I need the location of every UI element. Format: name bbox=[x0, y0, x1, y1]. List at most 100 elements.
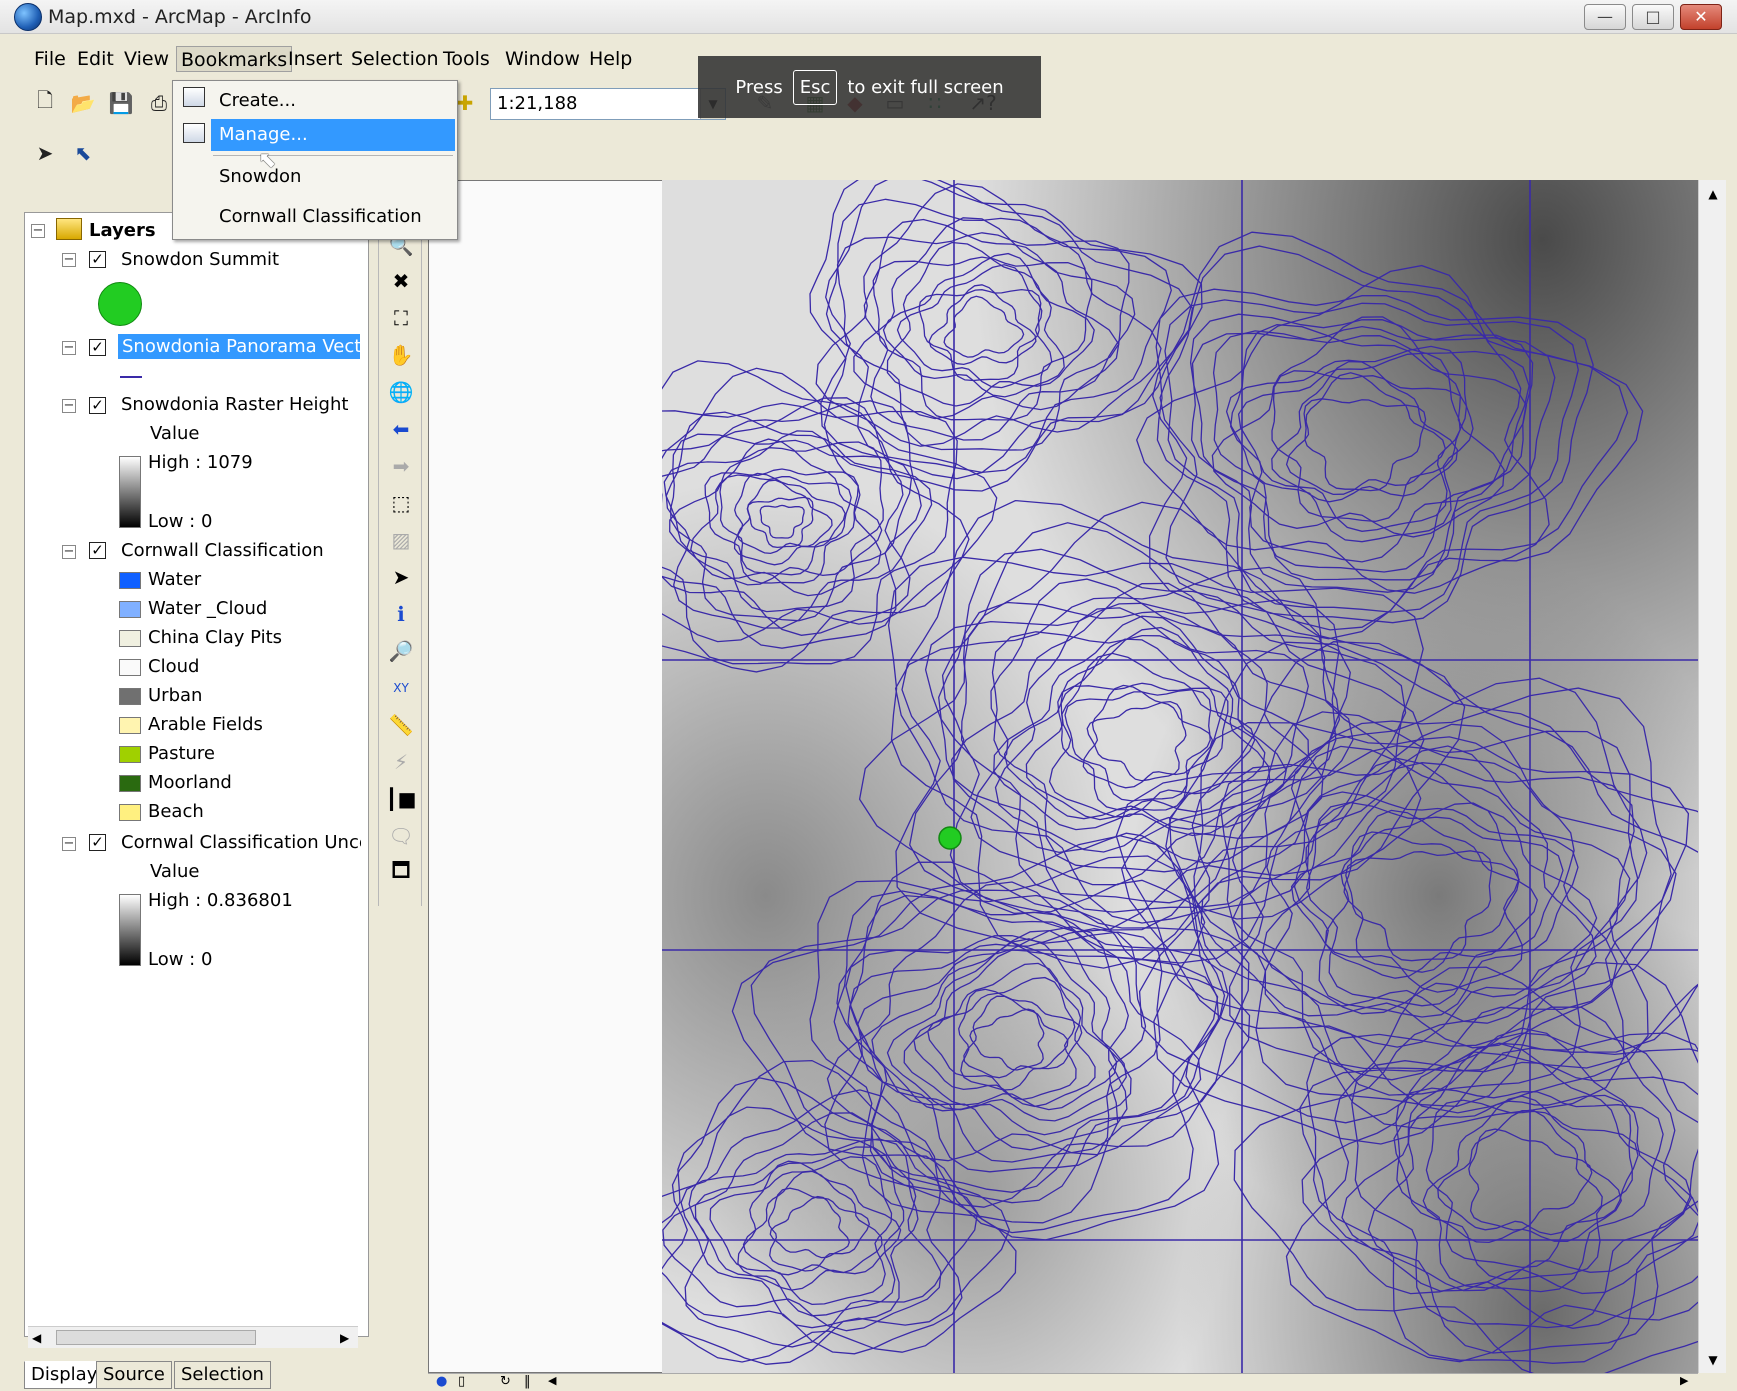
legend-low-label: Low : 0 bbox=[148, 511, 213, 532]
find-icon[interactable]: 🔎 bbox=[386, 636, 416, 666]
menu-item-manage[interactable]: Manage... bbox=[211, 119, 455, 151]
scroll-up-icon[interactable]: ▲ bbox=[1703, 184, 1723, 204]
layers-root-label[interactable]: Layers bbox=[89, 220, 156, 241]
mouse-cursor-icon: ⬉ bbox=[258, 148, 277, 173]
new-icon[interactable]: 🗋 bbox=[30, 88, 60, 118]
point-symbol bbox=[98, 282, 142, 326]
scroll-down-icon[interactable]: ▼ bbox=[1703, 1350, 1723, 1370]
layer-visibility-checkbox[interactable]: ✓ bbox=[89, 251, 106, 268]
legend-swatch bbox=[119, 804, 141, 821]
tab-source[interactable]: Source bbox=[96, 1361, 172, 1389]
select-arrow-icon[interactable]: ➤ bbox=[30, 138, 60, 168]
print-icon[interactable]: ⎙ bbox=[144, 88, 174, 118]
layer-visibility-checkbox[interactable]: ✓ bbox=[89, 542, 106, 559]
scroll-left-icon[interactable]: ◀ bbox=[548, 1374, 556, 1387]
grayscale-ramp bbox=[119, 456, 141, 528]
tab-selection[interactable]: Selection bbox=[174, 1361, 271, 1389]
layer-collapse-icon[interactable]: − bbox=[62, 253, 76, 267]
menu-insert[interactable]: Insert bbox=[284, 46, 347, 72]
scroll-left-icon[interactable]: ◀ bbox=[32, 1331, 41, 1345]
viewer-icon[interactable]: 🗖 bbox=[386, 858, 416, 888]
menu-window[interactable]: Window bbox=[501, 46, 584, 72]
bookmark-item-snowdon[interactable]: Snowdon bbox=[173, 161, 457, 193]
layer-name-cornwall-classification[interactable]: Cornwall Classification bbox=[121, 540, 324, 561]
menu-tools[interactable]: Tools bbox=[439, 46, 494, 72]
close-button[interactable]: ✕ bbox=[1680, 4, 1722, 30]
raster-shade bbox=[662, 180, 1698, 1373]
map-canvas[interactable] bbox=[662, 180, 1698, 1373]
legend-class-label: Pasture bbox=[148, 743, 215, 764]
map-svg bbox=[662, 180, 1698, 1373]
menu-view[interactable]: View bbox=[120, 46, 173, 72]
fixed-zoom-out-icon[interactable]: ⛶ bbox=[386, 303, 416, 333]
layer-visibility-checkbox[interactable]: ✓ bbox=[89, 397, 106, 414]
legend-high-label: High : 0.836801 bbox=[148, 890, 293, 911]
data-view-icon[interactable]: ● bbox=[436, 1374, 447, 1389]
layer-name-snowdon-summit[interactable]: Snowdon Summit bbox=[121, 249, 279, 270]
back-icon[interactable]: ⬅ bbox=[386, 414, 416, 444]
menu-item-create[interactable]: Create... bbox=[173, 85, 457, 117]
menu-edit[interactable]: Edit bbox=[73, 46, 118, 72]
select-features-icon[interactable]: ⬉ bbox=[68, 138, 98, 168]
layers-collapse-icon[interactable]: − bbox=[31, 224, 45, 238]
pan-icon[interactable]: ✋ bbox=[386, 340, 416, 370]
select-elements-icon[interactable]: ⬚ bbox=[386, 488, 416, 518]
toc-horizontal-scrollbar[interactable]: ◀ ▶ bbox=[28, 1326, 358, 1348]
layer-name-classification-uncertainty[interactable]: Cornwal Classification Unce bbox=[121, 832, 361, 853]
bookmark-item-cornwall[interactable]: Cornwall Classification bbox=[173, 201, 457, 233]
scroll-right-icon[interactable]: ▶ bbox=[340, 1331, 349, 1345]
map-scale-input[interactable]: 1:21,188 bbox=[490, 88, 726, 120]
minimize-button[interactable]: — bbox=[1584, 4, 1626, 30]
legend-swatch bbox=[119, 688, 141, 705]
menu-help[interactable]: Help bbox=[585, 46, 636, 72]
legend-class-label: Moorland bbox=[148, 772, 232, 793]
save-icon[interactable]: 💾 bbox=[106, 88, 136, 118]
snowdon-summit-point[interactable] bbox=[938, 826, 962, 850]
menu-bookmarks[interactable]: Bookmarks bbox=[176, 46, 293, 72]
open-icon[interactable]: 📂 bbox=[68, 88, 98, 118]
goto-xy-icon[interactable]: XY bbox=[386, 673, 416, 703]
line-symbol bbox=[120, 376, 142, 378]
menu-selection[interactable]: Selection bbox=[347, 46, 443, 72]
legend-class-label: Urban bbox=[148, 685, 203, 706]
layer-collapse-icon[interactable]: − bbox=[62, 341, 76, 355]
scroll-right-icon[interactable]: ▶ bbox=[1680, 1374, 1688, 1387]
fixed-zoom-in-icon[interactable]: ✖ bbox=[386, 266, 416, 296]
layer-collapse-icon[interactable]: − bbox=[62, 837, 76, 851]
measure-icon[interactable]: 📏 bbox=[386, 710, 416, 740]
legend-swatch bbox=[119, 659, 141, 676]
tab-display[interactable]: Display bbox=[24, 1361, 105, 1389]
layer-collapse-icon[interactable]: − bbox=[62, 545, 76, 559]
pause-drawing-icon[interactable]: ‖ bbox=[524, 1374, 531, 1389]
full-extent-icon[interactable]: 🌐 bbox=[386, 377, 416, 407]
layer-name-raster-height[interactable]: Snowdonia Raster Height bbox=[121, 394, 348, 415]
legend-swatch bbox=[119, 746, 141, 763]
time-slider-icon[interactable]: ┃■ bbox=[386, 784, 417, 814]
layer-name-snowdonia-panorama[interactable]: Snowdonia Panorama Vecto bbox=[118, 334, 360, 359]
html-popup-icon[interactable]: 🗨 bbox=[386, 821, 416, 851]
layer-visibility-checkbox[interactable]: ✓ bbox=[89, 834, 106, 851]
fullscreen-press-text: Press bbox=[735, 76, 783, 98]
select-arrow-icon[interactable]: ➤ bbox=[386, 562, 416, 592]
identify-icon[interactable]: ℹ bbox=[386, 599, 416, 629]
layer-collapse-icon[interactable]: − bbox=[62, 399, 76, 413]
legend-high-label: High : 1079 bbox=[148, 452, 253, 473]
layer-visibility-checkbox[interactable]: ✓ bbox=[89, 339, 106, 356]
legend-swatch bbox=[119, 572, 141, 589]
menu-file[interactable]: File bbox=[30, 46, 70, 72]
map-vertical-scrollbar[interactable]: ▲ ▼ bbox=[1698, 180, 1726, 1373]
legend-class-label: Water bbox=[148, 569, 202, 590]
tools-toolbar: 🔍 ✖ ⛶ ✋ 🌐 ⬅ ➡ ⬚ ▨ ➤ ℹ 🔎 XY 📏 ⚡ ┃■ 🗨 🗖 bbox=[378, 226, 422, 906]
esc-key-label: Esc bbox=[792, 69, 838, 105]
hyperlink-icon[interactable]: ⚡ bbox=[386, 747, 416, 777]
forward-icon[interactable]: ➡ bbox=[386, 451, 416, 481]
clear-selection-icon[interactable]: ▨ bbox=[386, 525, 416, 555]
legend-swatch bbox=[119, 775, 141, 792]
layout-view-icon[interactable]: ▯ bbox=[458, 1374, 465, 1389]
refresh-icon[interactable]: ↻ bbox=[500, 1374, 511, 1389]
view-status-bar: ● ▯ ↻ ‖ ◀ ▶ bbox=[428, 1373, 1698, 1391]
scroll-thumb[interactable] bbox=[56, 1330, 256, 1345]
select-toolbar: ➤ ⬉ bbox=[0, 130, 100, 176]
maximize-button[interactable]: □ bbox=[1632, 4, 1674, 30]
legend-class-label: Arable Fields bbox=[148, 714, 263, 735]
